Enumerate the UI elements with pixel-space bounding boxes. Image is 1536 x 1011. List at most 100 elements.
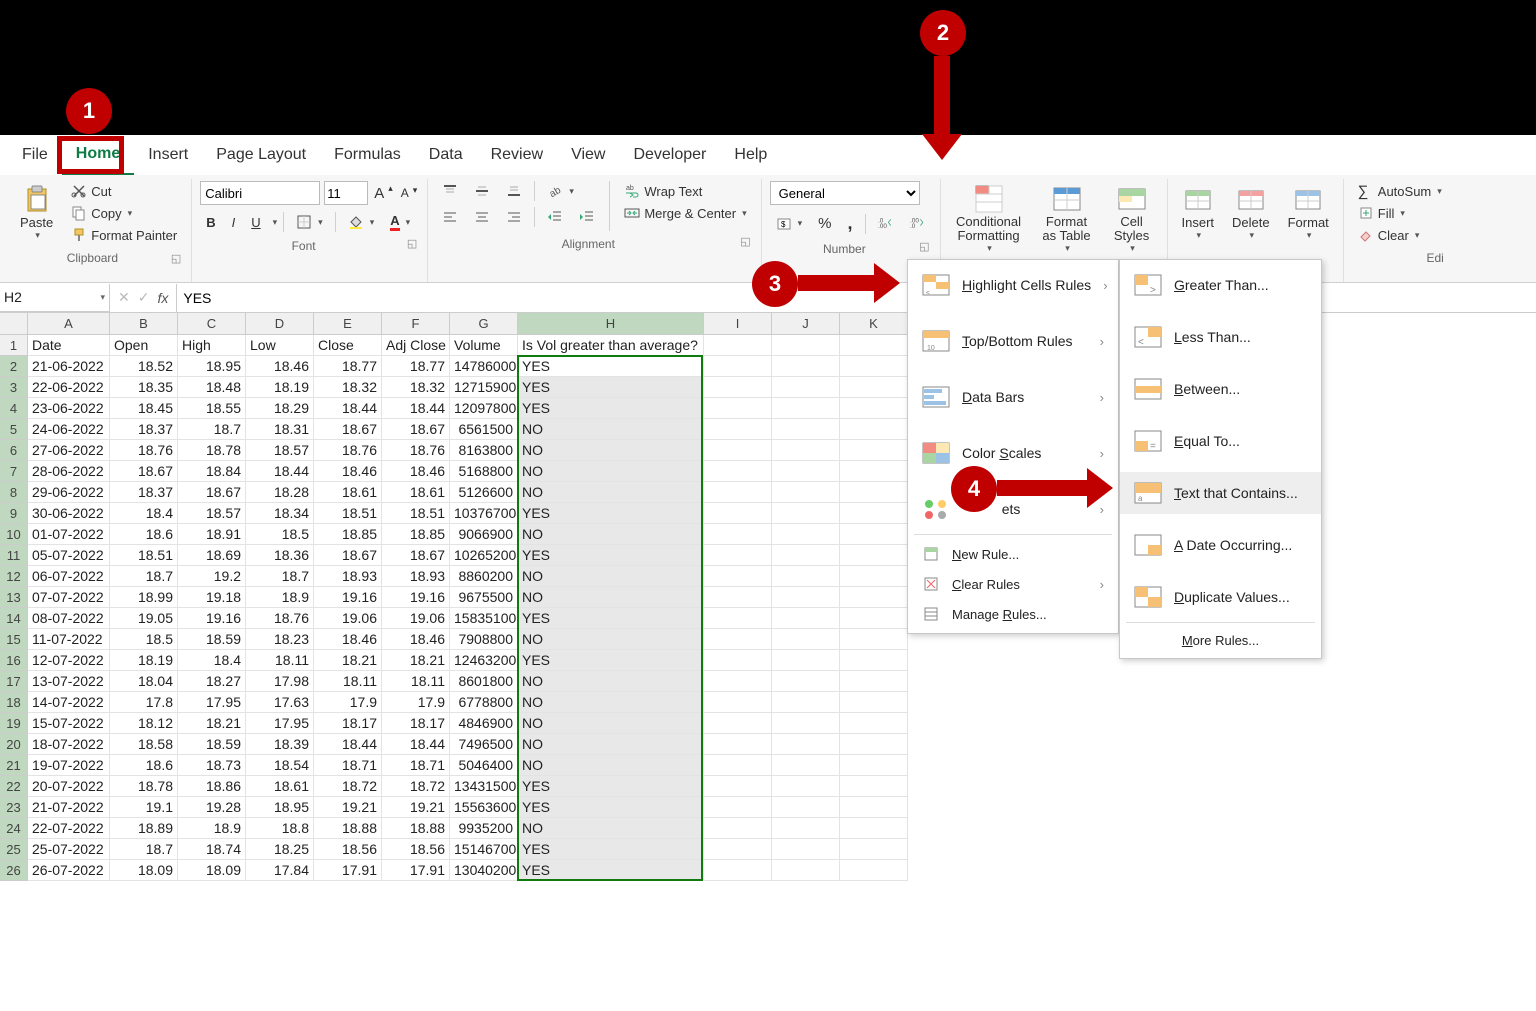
- cell[interactable]: 18.46: [382, 629, 450, 650]
- cell[interactable]: [704, 398, 772, 419]
- border-button[interactable]: ▾: [290, 212, 329, 232]
- cell[interactable]: [772, 629, 840, 650]
- format-cells-button[interactable]: Format▾: [1282, 181, 1335, 243]
- cell[interactable]: 5126600: [450, 482, 518, 503]
- cf-top-bottom-rules[interactable]: 10 Top/Bottom Rules ›: [908, 320, 1118, 362]
- cell[interactable]: 11-07-2022: [28, 629, 110, 650]
- cell[interactable]: 17.95: [178, 692, 246, 713]
- row-header-16[interactable]: 16: [0, 650, 28, 671]
- row-header-7[interactable]: 7: [0, 461, 28, 482]
- cell[interactable]: 18.44: [314, 398, 382, 419]
- align-middle-button[interactable]: [468, 181, 496, 201]
- row-header-18[interactable]: 18: [0, 692, 28, 713]
- clear-button[interactable]: Clear ▾: [1352, 225, 1426, 245]
- cell[interactable]: [704, 440, 772, 461]
- cell[interactable]: 13-07-2022: [28, 671, 110, 692]
- cell[interactable]: 18.85: [382, 524, 450, 545]
- cell[interactable]: 08-07-2022: [28, 608, 110, 629]
- cell[interactable]: 05-07-2022: [28, 545, 110, 566]
- cell[interactable]: [840, 734, 908, 755]
- cell[interactable]: 18.34: [246, 503, 314, 524]
- cell[interactable]: 8601800: [450, 671, 518, 692]
- cell[interactable]: 25-07-2022: [28, 839, 110, 860]
- cell[interactable]: 18.78: [178, 440, 246, 461]
- cell[interactable]: 18.71: [382, 755, 450, 776]
- cell[interactable]: [704, 776, 772, 797]
- cell[interactable]: [772, 776, 840, 797]
- cell[interactable]: [840, 860, 908, 881]
- cell[interactable]: [772, 335, 840, 356]
- enter-formula-icon[interactable]: ✓: [138, 289, 150, 306]
- insert-cells-button[interactable]: Insert▾: [1176, 181, 1221, 243]
- cell[interactable]: [840, 650, 908, 671]
- cf-new-rule[interactable]: New Rule...: [908, 539, 1118, 569]
- cell[interactable]: 19.21: [382, 797, 450, 818]
- cell[interactable]: 01-07-2022: [28, 524, 110, 545]
- cell[interactable]: 18.32: [314, 377, 382, 398]
- cell[interactable]: 18.09: [110, 860, 178, 881]
- cell[interactable]: 17.8: [110, 692, 178, 713]
- cf-data-bars[interactable]: Data Bars ›: [908, 376, 1118, 418]
- cell[interactable]: 9066900: [450, 524, 518, 545]
- cell[interactable]: YES: [518, 356, 704, 377]
- row-header-19[interactable]: 19: [0, 713, 28, 734]
- cell[interactable]: 18.44: [314, 734, 382, 755]
- cell[interactable]: [704, 692, 772, 713]
- cancel-formula-icon[interactable]: ✕: [118, 289, 130, 306]
- cell[interactable]: [772, 503, 840, 524]
- cell[interactable]: 18.9: [178, 818, 246, 839]
- cell[interactable]: 18.7: [178, 419, 246, 440]
- cell[interactable]: 18.73: [178, 755, 246, 776]
- cell[interactable]: 24-06-2022: [28, 419, 110, 440]
- cell[interactable]: 19.28: [178, 797, 246, 818]
- cell[interactable]: 18.21: [314, 650, 382, 671]
- cell[interactable]: 18.69: [178, 545, 246, 566]
- tab-view[interactable]: View: [557, 136, 619, 174]
- cell[interactable]: 18.76: [382, 440, 450, 461]
- cell[interactable]: [772, 587, 840, 608]
- cell[interactable]: NO: [518, 587, 704, 608]
- cell[interactable]: 18.93: [314, 566, 382, 587]
- font-color-button[interactable]: A▾: [384, 211, 416, 233]
- cell[interactable]: NO: [518, 524, 704, 545]
- cell[interactable]: 18.09: [178, 860, 246, 881]
- cell[interactable]: [704, 335, 772, 356]
- cell[interactable]: 18.5: [246, 524, 314, 545]
- format-as-table-button[interactable]: Format as Table▾: [1035, 181, 1099, 256]
- row-header-10[interactable]: 10: [0, 524, 28, 545]
- cell[interactable]: 18.48: [178, 377, 246, 398]
- cell[interactable]: [840, 461, 908, 482]
- cell[interactable]: 17.91: [382, 860, 450, 881]
- row-header-12[interactable]: 12: [0, 566, 28, 587]
- cell[interactable]: [704, 734, 772, 755]
- cell[interactable]: 18.51: [110, 545, 178, 566]
- cell[interactable]: 18.6: [110, 755, 178, 776]
- cell[interactable]: 18.88: [382, 818, 450, 839]
- cell[interactable]: 15-07-2022: [28, 713, 110, 734]
- row-header-21[interactable]: 21: [0, 755, 28, 776]
- cell[interactable]: [704, 587, 772, 608]
- column-header-D[interactable]: D: [246, 313, 314, 335]
- cell[interactable]: 18.27: [178, 671, 246, 692]
- increase-indent-button[interactable]: [573, 207, 601, 227]
- cell[interactable]: 26-07-2022: [28, 860, 110, 881]
- cell[interactable]: 19.06: [314, 608, 382, 629]
- row-header-26[interactable]: 26: [0, 860, 28, 881]
- cell[interactable]: [772, 419, 840, 440]
- row-header-15[interactable]: 15: [0, 629, 28, 650]
- cell[interactable]: 18.5: [110, 629, 178, 650]
- cell[interactable]: [704, 860, 772, 881]
- cell[interactable]: [772, 713, 840, 734]
- row-header-3[interactable]: 3: [0, 377, 28, 398]
- cell[interactable]: [704, 818, 772, 839]
- cell[interactable]: 18.61: [314, 482, 382, 503]
- cell[interactable]: 18.67: [314, 419, 382, 440]
- cell[interactable]: 12715900: [450, 377, 518, 398]
- cell[interactable]: 18.78: [110, 776, 178, 797]
- hcr-equal-to[interactable]: = Equal To...: [1120, 420, 1321, 462]
- cell[interactable]: 18.44: [246, 461, 314, 482]
- row-header-24[interactable]: 24: [0, 818, 28, 839]
- cell[interactable]: 18.51: [314, 503, 382, 524]
- cell[interactable]: NO: [518, 482, 704, 503]
- cell[interactable]: [772, 860, 840, 881]
